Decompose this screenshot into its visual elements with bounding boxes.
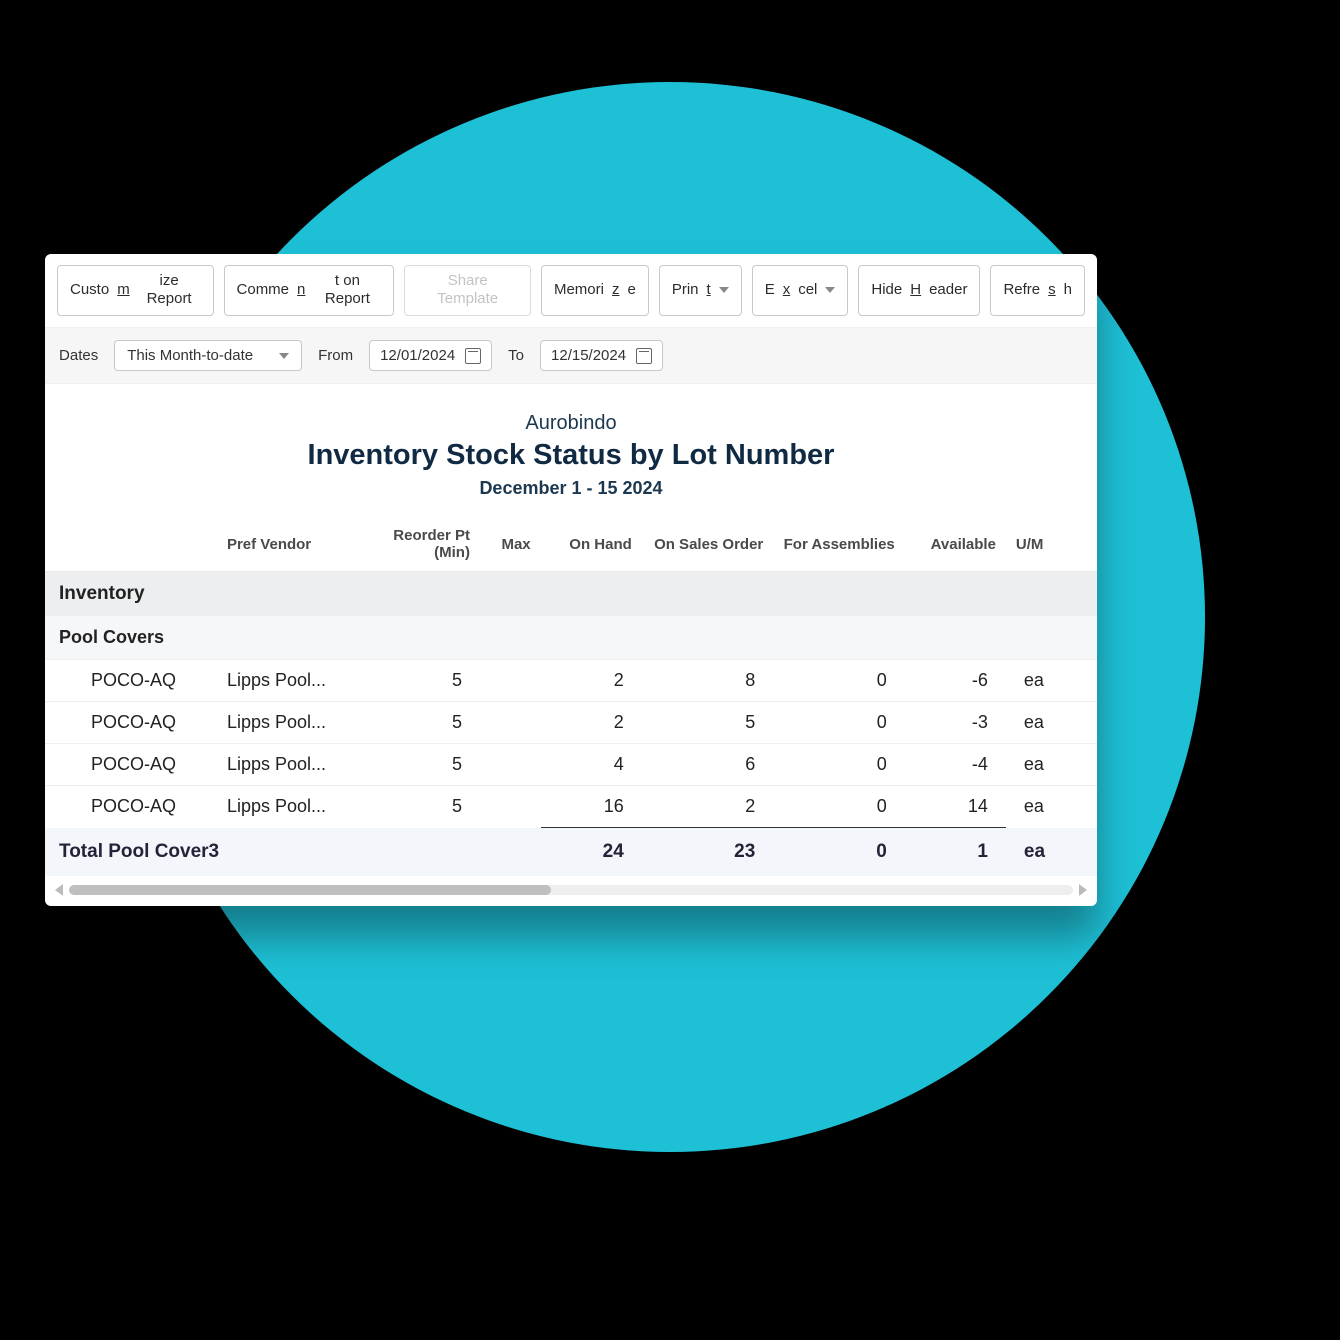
hide-header-button[interactable]: Hide Header xyxy=(858,265,980,316)
comment-on-report-button[interactable]: Comment on Report xyxy=(224,265,395,316)
to-date-value: 12/15/2024 xyxy=(551,347,626,364)
total-row: Total Pool Cover3 24 23 0 1 ea xyxy=(45,828,1097,877)
print-dropdown-button[interactable]: Print xyxy=(659,265,742,316)
table-row[interactable]: POCO-AQ Lipps Pool... 5 4 6 0 -4 ea xyxy=(45,744,1097,786)
col-uom[interactable]: U/M xyxy=(1006,517,1077,572)
scroll-left-icon[interactable] xyxy=(55,884,63,896)
section-inventory[interactable]: Inventory xyxy=(45,572,1097,617)
report-period: December 1 - 15 2024 xyxy=(45,478,1097,499)
chevron-down-icon xyxy=(719,287,729,293)
table-row[interactable]: POCO-AQ Lipps Pool... 5 2 8 0 -6 ea xyxy=(45,660,1097,702)
table-row[interactable]: POCO-AQ Lipps Pool... 5 2 5 0 -3 ea xyxy=(45,702,1097,744)
company-name: Aurobindo xyxy=(45,412,1097,435)
memorize-button[interactable]: Memorize xyxy=(541,265,649,316)
date-preset-value: This Month-to-date xyxy=(127,347,253,364)
report-title: Inventory Stock Status by Lot Number xyxy=(45,439,1097,472)
dates-label: Dates xyxy=(59,347,98,364)
horizontal-scrollbar[interactable] xyxy=(45,876,1097,906)
toolbar: Customize Report Comment on Report Share… xyxy=(45,254,1097,316)
scroll-track[interactable] xyxy=(69,885,1073,895)
filter-bar: Dates This Month-to-date From 12/01/2024… xyxy=(45,327,1097,384)
col-on-hand[interactable]: On Hand xyxy=(541,517,642,572)
report-title-block: Aurobindo Inventory Stock Status by Lot … xyxy=(45,384,1097,517)
excel-dropdown-button[interactable]: Excel xyxy=(752,265,849,316)
from-label: From xyxy=(318,347,353,364)
report-table: Pref Vendor Reorder Pt (Min) Max On Hand… xyxy=(45,517,1097,876)
calendar-icon xyxy=(465,348,481,364)
col-for-assemblies[interactable]: For Assemblies xyxy=(773,517,905,572)
table-row[interactable]: POCO-AQ Lipps Pool... 5 16 2 0 14 ea xyxy=(45,786,1097,828)
table-header-row: Pref Vendor Reorder Pt (Min) Max On Hand… xyxy=(45,517,1097,572)
to-label: To xyxy=(508,347,524,364)
col-max[interactable]: Max xyxy=(480,517,541,572)
report-panel: Customize Report Comment on Report Share… xyxy=(45,254,1097,906)
share-template-button[interactable]: Share Template xyxy=(404,265,531,316)
chevron-down-icon xyxy=(825,287,835,293)
scroll-thumb[interactable] xyxy=(69,885,551,895)
col-reorder[interactable]: Reorder Pt (Min) xyxy=(348,517,480,572)
scroll-right-icon[interactable] xyxy=(1079,884,1087,896)
col-available[interactable]: Available xyxy=(905,517,1006,572)
refresh-button[interactable]: Refresh xyxy=(990,265,1085,316)
date-preset-select[interactable]: This Month-to-date xyxy=(114,340,302,371)
calendar-icon xyxy=(636,348,652,364)
to-date-input[interactable]: 12/15/2024 xyxy=(540,340,663,371)
chevron-down-icon xyxy=(279,353,289,359)
group-pool-covers[interactable]: Pool Covers xyxy=(45,616,1097,660)
from-date-input[interactable]: 12/01/2024 xyxy=(369,340,492,371)
col-pref-vendor[interactable]: Pref Vendor xyxy=(217,517,349,572)
col-on-sales-order[interactable]: On Sales Order xyxy=(642,517,774,572)
from-date-value: 12/01/2024 xyxy=(380,347,455,364)
customize-report-button[interactable]: Customize Report xyxy=(57,265,214,316)
